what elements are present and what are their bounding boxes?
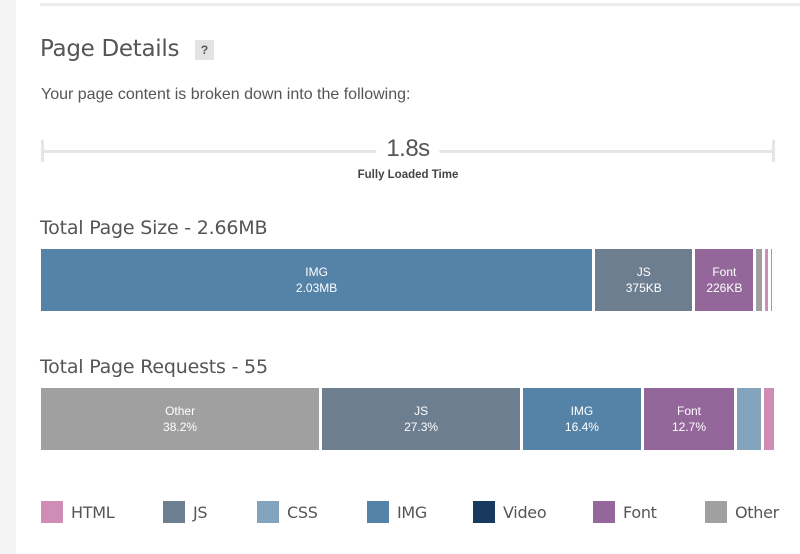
page-title: Page Details [40, 36, 180, 62]
legend-label: JS [193, 502, 208, 522]
legend-swatch [593, 501, 615, 523]
segment-label: Font [677, 404, 702, 418]
segment-value: 16.4% [564, 420, 599, 434]
timeline-end-cap [772, 140, 775, 162]
legend-item-html[interactable]: HTML [41, 499, 115, 525]
segment-label: Other [165, 404, 196, 418]
legend-item-img[interactable]: IMG [367, 499, 427, 525]
segment-value: 2.03MB [295, 281, 338, 295]
legend-swatch [163, 501, 185, 523]
segment-value: 27.3% [404, 420, 439, 434]
page-requests-segment-css[interactable] [737, 388, 761, 450]
fully-loaded-time-label: Fully Loaded Time [357, 169, 459, 181]
page-size-segment-css[interactable] [771, 249, 773, 311]
legend-item-video[interactable]: Video [473, 499, 547, 525]
legend-swatch [257, 501, 279, 523]
legend-label: Video [503, 502, 547, 522]
fully-loaded-timeline: 1.8s Fully Loaded Time [41, 135, 775, 181]
content-type-legend: HTML JS CSS IMG Video Font Other [41, 499, 800, 525]
legend-item-other[interactable]: Other [705, 499, 779, 525]
fully-loaded-time-value: 1.8s [376, 135, 440, 163]
page-requests-segment-font[interactable]: Font 12.7% [643, 388, 735, 450]
page-size-title: Total Page Size - 2.66MB [40, 217, 268, 239]
segment-value: 38.2% [163, 420, 198, 434]
segment-label: IMG [570, 404, 594, 418]
legend-swatch [705, 501, 727, 523]
page-size-segment-img[interactable]: IMG 2.03MB [41, 249, 593, 311]
page-requests-bar: Other 38.2% JS 27.3% IMG 16.4% Font 12.7% [41, 388, 777, 450]
segment-value: 12.7% [672, 420, 707, 434]
legend-swatch [473, 501, 495, 523]
page-requests-segment-img[interactable]: IMG 16.4% [523, 388, 641, 450]
page-size-segment-js[interactable]: JS 375KB [595, 249, 693, 311]
segment-label: JS [414, 404, 429, 418]
page-requests-title: Total Page Requests - 55 [40, 356, 268, 378]
page-requests-segment-other[interactable]: Other 38.2% [41, 388, 320, 450]
page-size-segment-font[interactable]: Font 226KB [695, 249, 754, 311]
segment-value: 375KB [625, 281, 662, 295]
page-size-bar: IMG 2.03MB JS 375KB Font 226KB [41, 249, 777, 311]
timeline-start-cap [41, 140, 44, 162]
legend-label: CSS [287, 502, 318, 522]
top-divider [40, 3, 800, 6]
page-requests-segment-js[interactable]: JS 27.3% [322, 388, 521, 450]
segment-value: 226KB [706, 281, 743, 295]
page-size-segment-html[interactable] [765, 249, 769, 311]
help-button[interactable]: ? [195, 40, 214, 60]
legend-item-font[interactable]: Font [593, 499, 657, 525]
page-subtitle: Your page content is broken down into th… [41, 86, 411, 103]
legend-label: IMG [397, 502, 428, 522]
legend-label: Font [623, 502, 657, 522]
legend-swatch [41, 501, 63, 523]
legend-item-js[interactable]: JS [163, 499, 208, 525]
segment-label: IMG [305, 265, 328, 279]
legend-label: Other [735, 502, 779, 522]
legend-label: HTML [71, 502, 115, 522]
page-requests-segment-html[interactable] [763, 388, 774, 450]
page-size-segment-other[interactable] [756, 249, 763, 311]
legend-item-css[interactable]: CSS [257, 499, 318, 525]
segment-label: JS [636, 265, 651, 279]
left-gutter [0, 0, 16, 554]
legend-swatch [367, 501, 389, 523]
segment-label: Font [712, 265, 737, 279]
